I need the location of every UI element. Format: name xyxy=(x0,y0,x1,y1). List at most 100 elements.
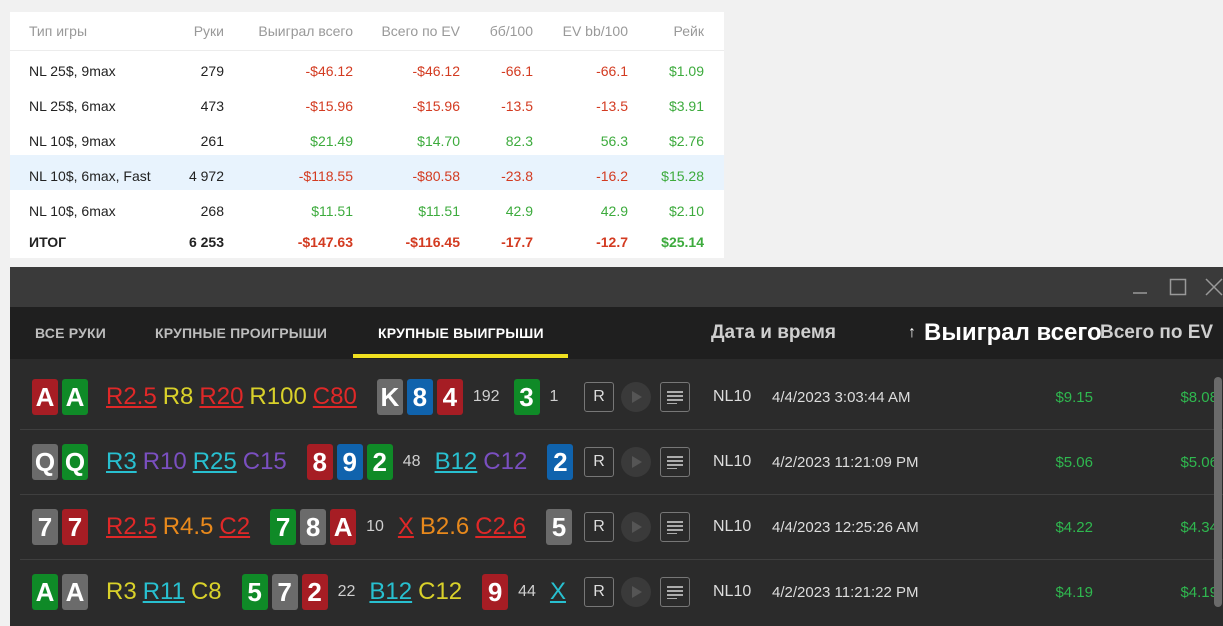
cell-bb100: 82.3 xyxy=(505,132,533,149)
cell-game: NL 10$, 6max, Fast xyxy=(29,167,151,184)
ev-amount: $5.06 xyxy=(1180,453,1218,471)
play-icon[interactable] xyxy=(621,382,651,412)
replay-button[interactable]: R xyxy=(584,447,614,477)
col-date-time[interactable]: Дата и время xyxy=(711,307,836,359)
col-rake[interactable]: Рейк xyxy=(674,12,704,50)
hand-row[interactable]: A A R3 R11 C8 5 7 2 22 B12 C12 9 44 X R NL10 4/2/2023… xyxy=(20,560,1223,624)
col-ev-total[interactable]: Всего по EV xyxy=(381,12,460,50)
tab-big-losses[interactable]: КРУПНЫЕ ПРОИГРЫШИ xyxy=(155,307,327,359)
stats-table: Тип игры Руки Выиграл всего Всего по EV … xyxy=(10,12,724,258)
cell-won: $21.49 xyxy=(310,132,353,149)
hand-history-icon[interactable] xyxy=(660,447,690,477)
flop-street: K 8 4 192 xyxy=(376,379,500,415)
cell-rake: $3.91 xyxy=(668,97,704,114)
table-row[interactable]: NL 25$, 9max 279 -$46.12 -$46.12 -66.1 -… xyxy=(10,50,724,85)
action-label: R3 xyxy=(106,448,137,475)
hand-row[interactable]: Q Q R3 R10 R25 C15 8 9 2 48 B12 C12 2 R NL10 4/2/202… xyxy=(20,430,1223,495)
tab-big-wins[interactable]: КРУПНЫЕ ВЫИГРЫШИ xyxy=(378,307,544,359)
turn-street: 2 xyxy=(547,444,577,480)
col-won-total-sorted[interactable]: ↑ Выиграл всего xyxy=(908,307,1102,359)
hand-date: 4/4/2023 3:03:44 AM xyxy=(772,388,911,406)
pot-size: 44 xyxy=(518,583,536,600)
ev-amount: $4.34 xyxy=(1180,518,1218,536)
col-bb100[interactable]: бб/100 xyxy=(490,12,533,50)
col-won-total[interactable]: Выиграл всего xyxy=(258,12,353,50)
hand-history-icon[interactable] xyxy=(660,512,690,542)
flop-actions: B12 C12 xyxy=(369,578,468,606)
hands-window: ВСЕ РУКИ КРУПНЫЕ ПРОИГРЫШИ КРУПНЫЕ ВЫИГР… xyxy=(10,267,1223,626)
cell-total-label: ИТОГ xyxy=(29,234,67,250)
card: 8 xyxy=(406,379,433,415)
play-icon[interactable] xyxy=(621,512,651,542)
card: K xyxy=(376,379,403,415)
cell-hands: 6 253 xyxy=(188,234,224,250)
cell-evbb100: -16.2 xyxy=(596,167,628,184)
cell-ev: -$80.58 xyxy=(412,167,460,184)
hand-action-line: A A R2.5 R8 R20 R100 C80 K 8 4 192 3 1 xyxy=(32,365,582,429)
table-row[interactable]: NL 10$, 6max 268 $11.51 $11.51 42.9 42.9… xyxy=(10,190,724,225)
col-total-ev[interactable]: Всего по EV xyxy=(1100,307,1213,359)
cell-ev: -$46.12 xyxy=(412,62,460,79)
hole-cards: AA xyxy=(32,574,92,610)
card: 7 xyxy=(32,509,58,545)
col-hands[interactable]: Руки xyxy=(194,12,224,50)
action-label: R20 xyxy=(199,383,244,410)
cell-bb100: 42.9 xyxy=(505,202,533,219)
stake-label: NL10 xyxy=(713,388,752,405)
pot-size: 10 xyxy=(366,518,384,535)
play-icon[interactable] xyxy=(621,447,651,477)
cell-hands: 4 972 xyxy=(188,167,224,184)
hand-date: 4/4/2023 12:25:26 AM xyxy=(772,518,919,536)
action-label: R3 xyxy=(106,578,137,605)
card: A xyxy=(32,574,58,610)
card: 3 xyxy=(513,379,540,415)
turn-street: 9 44 xyxy=(482,574,536,610)
close-icon[interactable] xyxy=(1202,275,1223,299)
cell-rake: $15.28 xyxy=(661,167,704,184)
cell-evbb100: -12.7 xyxy=(596,234,628,250)
scrollbar[interactable] xyxy=(1214,377,1222,607)
hand-row[interactable]: 7 7 R2.5 R4.5 C2 7 8 A 10 X B2.6 C2.6 5 R NL10 4/4/2… xyxy=(20,495,1223,560)
cell-game: NL 10$, 9max xyxy=(29,132,116,149)
cell-won: $11.51 xyxy=(311,202,353,219)
won-amount: $5.06 xyxy=(1055,453,1093,471)
hand-action-line: Q Q R3 R10 R25 C15 8 9 2 48 B12 C12 2 xyxy=(32,430,582,494)
replay-button[interactable]: R xyxy=(584,512,614,542)
table-row[interactable]: NL 10$, 9max 261 $21.49 $14.70 82.3 56.3… xyxy=(10,120,724,155)
cell-hands: 279 xyxy=(200,62,224,79)
cell-evbb100: -13.5 xyxy=(596,97,628,114)
cell-hands: 261 xyxy=(200,132,224,149)
won-amount: $4.19 xyxy=(1055,583,1093,601)
cell-won: -$15.96 xyxy=(305,97,353,114)
card: 7 xyxy=(62,509,88,545)
action-label: X xyxy=(397,513,414,540)
hand-date: 4/2/2023 11:21:22 PM xyxy=(772,583,919,601)
action-label: R11 xyxy=(142,578,185,605)
stake-label: NL10 xyxy=(713,518,752,535)
hand-action-line: 7 7 R2.5 R4.5 C2 7 8 A 10 X B2.6 C2.6 5 xyxy=(32,495,582,559)
play-icon[interactable] xyxy=(621,577,651,607)
cell-rake: $25.14 xyxy=(661,234,704,250)
preflop-actions: R3 R11 C8 xyxy=(106,578,228,606)
replay-button[interactable]: R xyxy=(584,577,614,607)
maximize-icon[interactable] xyxy=(1166,275,1190,299)
tab-all-hands[interactable]: ВСЕ РУКИ xyxy=(35,307,106,359)
active-tab-indicator xyxy=(353,354,568,358)
table-row-highlighted[interactable]: NL 10$, 6max, Fast 4 972 -$118.55 -$80.5… xyxy=(10,155,724,190)
replay-button[interactable]: R xyxy=(584,382,614,412)
hand-row[interactable]: A A R2.5 R8 R20 R100 C80 K 8 4 192 3 1 R NL10 4/4/20… xyxy=(20,365,1223,430)
table-row[interactable]: NL 25$, 6max 473 -$15.96 -$15.96 -13.5 -… xyxy=(10,85,724,120)
cell-game: NL 25$, 6max xyxy=(29,97,116,114)
col-ev-bb100[interactable]: EV bb/100 xyxy=(563,12,628,50)
col-game-type[interactable]: Тип игры xyxy=(29,12,87,50)
action-label: B12 xyxy=(434,448,478,475)
minimize-icon[interactable] xyxy=(1128,275,1152,299)
card: 5 xyxy=(241,574,268,610)
action-label: C2.6 xyxy=(475,513,526,540)
cell-evbb100: -66.1 xyxy=(596,62,628,79)
hand-history-icon[interactable] xyxy=(660,382,690,412)
action-label: X xyxy=(549,578,566,605)
card: Q xyxy=(32,444,58,480)
action-label: C2 xyxy=(219,513,251,540)
hand-history-icon[interactable] xyxy=(660,577,690,607)
